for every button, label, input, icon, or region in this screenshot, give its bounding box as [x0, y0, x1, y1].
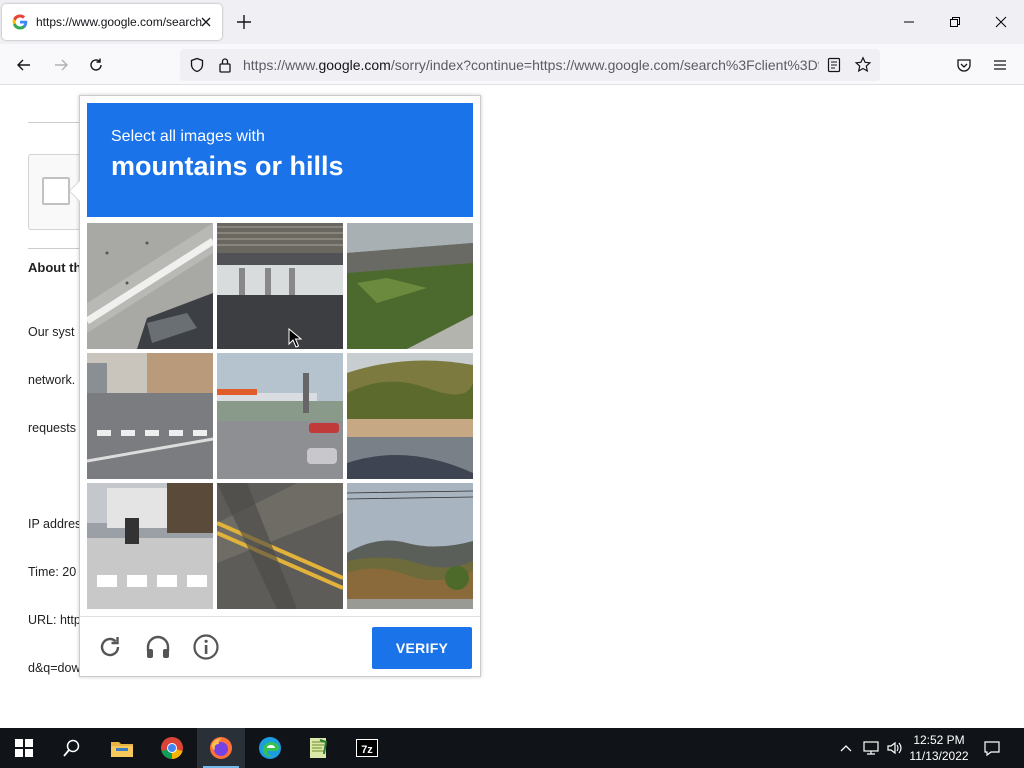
- google-g-icon: [12, 14, 28, 30]
- taskbar-file-explorer[interactable]: [98, 728, 146, 768]
- tile-wooded-hillside[interactable]: [347, 353, 473, 479]
- firefox-icon: [210, 737, 232, 759]
- forward-arrow-icon: [55, 59, 68, 71]
- taskbar-firefox[interactable]: [197, 728, 245, 768]
- minimize-button[interactable]: [886, 0, 932, 44]
- tile-overpass[interactable]: [217, 223, 343, 349]
- tile-road-closeup[interactable]: [87, 223, 213, 349]
- lock-icon[interactable]: [218, 57, 232, 73]
- chrome-icon: [161, 737, 183, 759]
- back-arrow-icon: [17, 59, 30, 71]
- recaptcha-challenge: Select all images with mountains or hill…: [69, 95, 481, 677]
- reload-button[interactable]: [83, 52, 109, 78]
- tile-image: [217, 483, 343, 609]
- tile-image: [87, 483, 213, 609]
- tab-strip: https://www.google.com/search?client=fir…: [0, 0, 1024, 44]
- clock-date: 11/13/2022: [909, 749, 969, 763]
- shield-icon[interactable]: [189, 57, 205, 73]
- show-hidden-icons-button[interactable]: [836, 728, 856, 768]
- bookmark-star-icon[interactable]: [854, 56, 872, 74]
- popup-arrow-fill: [70, 181, 80, 201]
- taskbar-clock[interactable]: 12:52 PM 11/13/2022: [904, 732, 974, 764]
- restore-button[interactable]: [932, 0, 978, 44]
- forward-button[interactable]: [48, 52, 74, 78]
- pocket-icon: [957, 59, 971, 72]
- mouse-cursor-icon: [288, 328, 302, 348]
- help-button[interactable]: [192, 633, 220, 661]
- network-icon: [863, 741, 879, 755]
- volume-button[interactable]: [884, 728, 906, 768]
- volume-icon: [887, 741, 902, 755]
- windows-taskbar: 7z 12:52 PM 11/13/2022: [0, 728, 1024, 768]
- search-icon: [63, 739, 80, 757]
- tile-image: [87, 223, 213, 349]
- reload-icon: [100, 637, 120, 657]
- tile-gas-station[interactable]: [217, 353, 343, 479]
- tile-image: [217, 223, 343, 349]
- minimize-icon: [904, 21, 914, 23]
- verify-button[interactable]: VERIFY: [372, 627, 472, 669]
- challenge-footer: VERIFY: [80, 616, 480, 676]
- reader-view-icon[interactable]: [827, 57, 841, 73]
- taskbar-search-button[interactable]: [48, 728, 96, 768]
- info-icon: [193, 634, 219, 660]
- pocket-button[interactable]: [951, 52, 977, 78]
- url-domain: google.com: [318, 57, 391, 73]
- challenge-header: Select all images with mountains or hill…: [87, 103, 473, 217]
- 7zip-icon: 7z: [356, 739, 378, 757]
- url-prefix: https://www.: [243, 57, 319, 73]
- action-center-button[interactable]: [978, 728, 1006, 768]
- notepadpp-icon: [310, 738, 328, 758]
- taskbar-chrome[interactable]: [148, 728, 196, 768]
- navigation-toolbar: https://www.google.com/sorry/index?conti…: [0, 44, 1024, 85]
- tile-street-corner[interactable]: [87, 483, 213, 609]
- url-path: /sorry/index?continue=https://www.google…: [390, 57, 819, 73]
- tile-image: [347, 483, 473, 609]
- image-grid: [87, 223, 473, 609]
- browser-tab[interactable]: https://www.google.com/search?client=fir…: [2, 4, 222, 40]
- prompt-text: Select all images with: [111, 128, 265, 145]
- reload-icon: [90, 58, 102, 71]
- file-explorer-icon: [111, 742, 133, 757]
- address-bar[interactable]: https://www.google.com/sorry/index?conti…: [180, 49, 880, 81]
- hamburger-menu-icon: [994, 60, 1006, 70]
- url-text: https://www.google.com/sorry/index?conti…: [243, 57, 819, 73]
- close-icon: [995, 16, 1007, 28]
- recaptcha-checkbox[interactable]: [42, 177, 70, 205]
- back-button[interactable]: [11, 52, 37, 78]
- tile-mountain-valley[interactable]: [347, 483, 473, 609]
- start-button[interactable]: [0, 728, 48, 768]
- edge-icon: [259, 737, 281, 759]
- restore-icon: [950, 17, 960, 27]
- tile-grassy-embankment[interactable]: [347, 223, 473, 349]
- notification-icon: [984, 741, 1000, 757]
- clock-time: 12:52 PM: [913, 733, 965, 747]
- taskbar-notepadpp[interactable]: [294, 728, 342, 768]
- new-tab-icon[interactable]: [235, 13, 253, 31]
- tile-road-lines[interactable]: [217, 483, 343, 609]
- reload-challenge-button[interactable]: [96, 633, 124, 661]
- start-icon: [15, 739, 33, 757]
- tile-image: [347, 353, 473, 479]
- headphones-icon: [146, 635, 170, 658]
- tile-image: [217, 353, 343, 479]
- tile-image: [347, 223, 473, 349]
- chevron-up-icon: [840, 745, 852, 752]
- close-tab-icon[interactable]: [198, 14, 214, 30]
- tile-image: [87, 353, 213, 479]
- prompt-target: mountains or hills: [111, 151, 344, 181]
- close-window-button[interactable]: [978, 0, 1024, 44]
- tab-title: https://www.google.com/search?client=fir…: [36, 15, 202, 29]
- tile-city-crosswalk[interactable]: [87, 353, 213, 479]
- svg-text:7z: 7z: [361, 744, 373, 756]
- taskbar-7zip[interactable]: 7z: [343, 728, 391, 768]
- about-heading: About th: [28, 260, 82, 275]
- audio-challenge-button[interactable]: [144, 633, 172, 661]
- network-button[interactable]: [860, 728, 882, 768]
- menu-button[interactable]: [987, 52, 1013, 78]
- taskbar-edge[interactable]: [246, 728, 294, 768]
